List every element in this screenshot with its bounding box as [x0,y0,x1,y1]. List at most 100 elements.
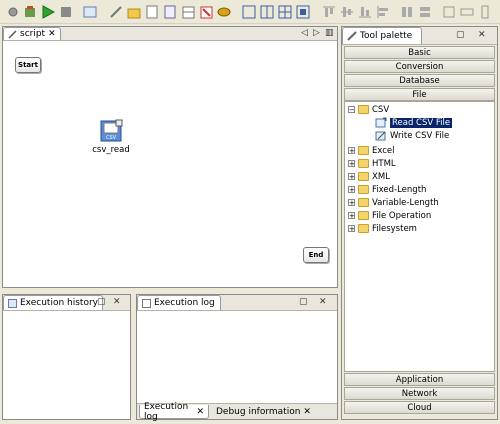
stop-icon[interactable] [58,4,74,20]
log-icon [142,298,151,308]
maximize-icon[interactable]: ▢ [456,30,465,40]
size-width-icon[interactable] [459,4,475,20]
screen-icon[interactable] [82,4,98,20]
log-bottom-tab-strip: Execution log ✕ Debug information ✕ [137,401,337,422]
expand-icon[interactable]: + [348,173,355,181]
size-height-icon[interactable] [477,4,493,20]
close-icon[interactable]: ✕ [48,29,56,39]
execution-log-panel: Execution log ▢ ✕ Execution log ✕ Debug … [136,294,338,422]
tree-folder-csv[interactable]: − CSV [348,103,389,116]
category-conversion[interactable]: Conversion [344,60,495,73]
properties-icon[interactable] [162,4,178,20]
file-tree: − CSV Read CSV File Write CSV File + Exce… [344,101,495,372]
align-left-icon[interactable] [375,4,391,20]
align-top-icon[interactable] [321,4,337,20]
settings-icon[interactable] [5,4,21,20]
folder-icon [358,185,369,194]
tab-execution-log-top[interactable]: Execution log [137,295,221,310]
tree-folder-variable-length[interactable]: + Variable-Length [348,196,439,209]
tree-label: Filesystem [372,223,417,234]
end-label: End [308,251,324,259]
maximize-icon[interactable]: ▢ [299,297,308,307]
folder-icon [358,146,369,155]
script-tab-label: script [20,29,46,39]
tab-execution-log[interactable]: Execution log ✕ [139,401,209,422]
expand-icon[interactable]: + [348,225,355,233]
tree-folder-file-operation[interactable]: + File Operation [348,209,431,222]
expand-icon[interactable]: + [348,147,355,155]
nav-left-icon[interactable]: ◁ [301,28,308,38]
folder-open-icon[interactable] [126,4,142,20]
category-cloud[interactable]: Cloud [344,401,495,414]
expand-icon[interactable]: + [348,186,355,194]
tab-debug-information[interactable]: Debug information ✕ [213,405,314,419]
tree-item-read-csv[interactable]: Read CSV File [375,116,453,129]
nav-right-icon[interactable]: ▷ [313,28,320,38]
tree-folder-excel[interactable]: + Excel [348,144,395,157]
tree-label-selected: Read CSV File [390,117,453,128]
log-tab-strip: Execution log ▢ ✕ [137,295,337,311]
run-icon[interactable] [40,4,56,20]
category-network[interactable]: Network [344,387,495,400]
tab-script[interactable]: script ✕ [3,27,61,40]
expand-icon[interactable]: + [348,160,355,168]
bottom-tab-log-label: Execution log [144,401,189,422]
view-menu-icon[interactable]: ▥ [325,28,334,38]
history-tab-strip: Execution history ▢ ✕ [3,295,130,311]
distribute-h-icon[interactable] [399,4,415,20]
close-icon[interactable]: ✕ [196,407,204,417]
align-middle-icon[interactable] [339,4,355,20]
script-editor: script ✕ ◁ ▷ ▥ Start End CSV csv_read [2,26,338,288]
grid-icon[interactable] [180,4,196,20]
debug-icon[interactable] [22,4,38,20]
align-center-icon[interactable] [259,4,275,20]
category-file[interactable]: File [344,88,495,101]
close-icon[interactable]: ✕ [303,407,311,417]
expand-icon[interactable]: + [348,199,355,207]
link-icon[interactable] [108,4,124,20]
close-icon[interactable]: ✕ [319,297,327,307]
csv-read-component-icon[interactable]: CSV [99,119,123,143]
close-icon[interactable]: ✕ [113,297,121,307]
tab-tool-palette[interactable]: Tool palette [342,27,422,44]
execution-history-panel: Execution history ▢ ✕ [2,294,131,420]
bug-icon[interactable] [216,4,232,20]
history-icon [8,298,17,308]
script-tab-strip: script ✕ ◁ ▷ ▥ [3,27,337,41]
history-tab-label: Execution history [20,298,98,308]
tree-folder-html[interactable]: + HTML [348,157,396,170]
expand-icon[interactable]: + [348,212,355,220]
size-icon[interactable] [441,4,457,20]
bottom-tab-debug-label: Debug information [216,407,301,417]
delete-icon[interactable] [198,4,214,20]
distribute-v-icon[interactable] [417,4,433,20]
category-database[interactable]: Database [344,74,495,87]
close-icon[interactable]: ✕ [478,30,486,40]
csv-icon-text: CSV [106,135,117,141]
document-icon[interactable] [144,4,160,20]
tree-folder-xml[interactable]: + XML [348,170,390,183]
palette-icon [347,31,357,41]
tab-execution-history[interactable]: Execution history [3,295,103,310]
tree-label: File Operation [372,210,432,221]
maximize-icon[interactable]: ▢ [97,297,106,307]
tree-folder-fixed-length[interactable]: + Fixed-Length [348,183,426,196]
folder-icon [358,159,369,168]
align-grid-icon[interactable] [277,4,293,20]
category-application[interactable]: Application [344,373,495,386]
read-csv-icon [375,117,387,128]
tree-label: Fixed-Length [372,184,427,195]
folder-icon [358,198,369,207]
end-node[interactable]: End [303,247,329,263]
align-box-icon[interactable] [295,4,311,20]
align-bottom-icon[interactable] [357,4,373,20]
tree-label: HTML [372,158,396,169]
folder-icon [358,211,369,220]
start-node[interactable]: Start [15,57,41,73]
tree-item-write-csv[interactable]: Write CSV File [375,129,449,142]
category-basic[interactable]: Basic [344,46,495,59]
tree-folder-filesystem[interactable]: + Filesystem [348,222,417,235]
align-icon[interactable] [241,4,257,20]
collapse-icon[interactable]: − [348,106,355,114]
write-csv-icon [375,131,386,141]
